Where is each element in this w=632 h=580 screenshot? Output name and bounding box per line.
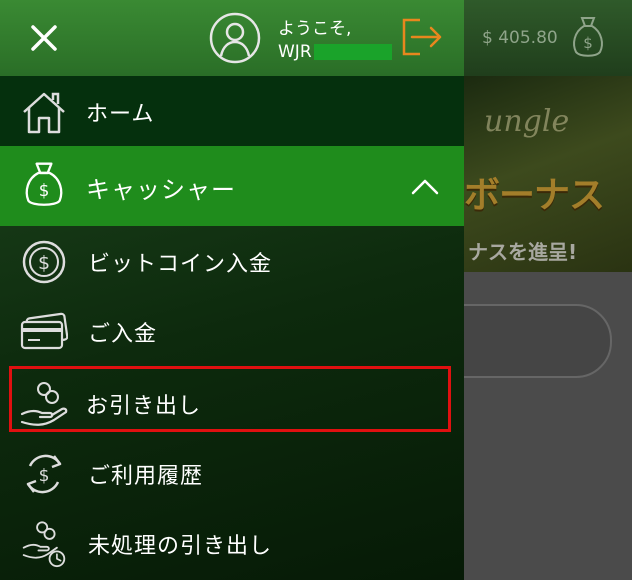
user-avatar-icon[interactable]	[209, 12, 261, 64]
banner-promo-text: ナスを進呈!	[468, 240, 578, 264]
nav-item-label: ホーム	[86, 102, 155, 127]
balance-display: $ 405.80	[482, 28, 558, 48]
username-value: WJR	[278, 42, 312, 62]
chevron-up-icon[interactable]	[408, 170, 442, 204]
banner-bonus-text: ボーナス	[464, 175, 605, 216]
menu-header: ようこそ, WJR	[0, 0, 464, 76]
page-content	[424, 272, 632, 580]
top-bar: $ 405.80 $	[464, 0, 632, 76]
dollar-coin-icon: $	[22, 240, 66, 284]
money-bag-icon: $	[25, 162, 63, 206]
nav-subitem-label: ご利用履歴	[88, 464, 204, 489]
nav-subitem-pending-withdrawals[interactable]: 未処理の引き出し	[0, 508, 464, 578]
svg-text:$: $	[39, 466, 50, 486]
welcome-text: ようこそ,	[278, 19, 352, 39]
nav-subitem-history[interactable]: $ ご利用履歴	[0, 438, 464, 508]
svg-text:$: $	[583, 34, 593, 52]
coins-hand-clock-icon	[22, 521, 66, 568]
nav-subitem-deposit[interactable]: ご入金	[0, 296, 464, 366]
nav-item-cashier[interactable]: $ キャッシャー	[0, 146, 464, 226]
nav-subitem-label: 未処理の引き出し	[88, 534, 273, 559]
credit-card-icon	[20, 312, 68, 350]
home-icon	[23, 92, 65, 134]
money-bag-icon: $	[573, 17, 603, 57]
selection-highlight	[9, 366, 451, 432]
refresh-dollar-icon: $	[26, 454, 62, 494]
username-text: WJR	[278, 42, 392, 62]
nav-item-home[interactable]: ホーム	[0, 76, 464, 146]
banner-logo-text: ungle	[484, 104, 570, 139]
nav-subitem-label: ご入金	[88, 322, 158, 347]
username-redaction	[313, 44, 392, 60]
svg-text:$: $	[39, 181, 50, 200]
nav-item-label: キャッシャー	[86, 176, 236, 204]
close-icon[interactable]	[22, 16, 66, 60]
nav-subitem-bitcoin-deposit[interactable]: $ ビットコイン入金	[0, 226, 464, 296]
promo-banner[interactable]: ungle ボーナス ナスを進呈!	[464, 76, 632, 272]
svg-text:$: $	[38, 252, 50, 274]
nav-subitem-label: ビットコイン入金	[88, 252, 273, 277]
side-menu: ようこそ, WJR ホーム $ キャッシャー $ ビットコイン入金 ご入金 お引…	[0, 0, 464, 580]
logout-icon[interactable]	[398, 14, 446, 60]
